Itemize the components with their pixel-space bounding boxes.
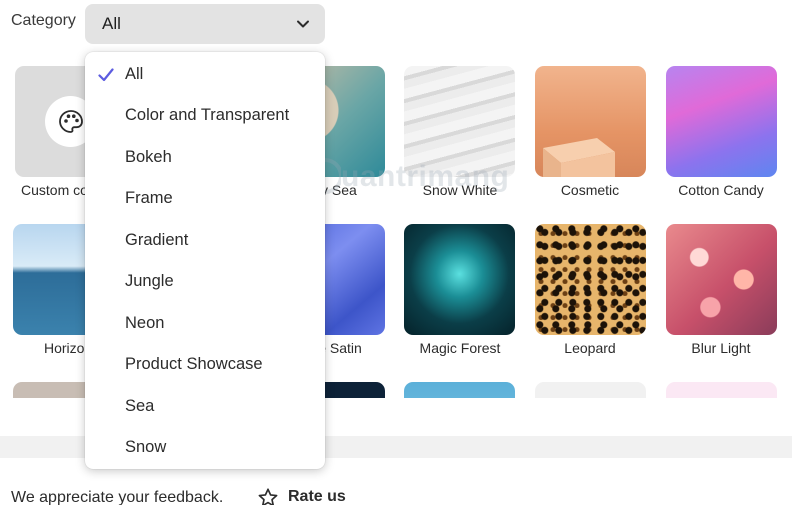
- tile-label: Blur Light: [691, 340, 751, 356]
- category-select[interactable]: All: [85, 4, 325, 44]
- tile-label: Magic Forest: [419, 340, 501, 356]
- dropdown-option-gradient[interactable]: Gradient: [125, 231, 188, 250]
- tile-leopard[interactable]: [535, 224, 646, 335]
- dropdown-option-frame[interactable]: Frame: [125, 189, 173, 208]
- dropdown-option-snow[interactable]: Snow: [125, 438, 166, 457]
- tile-label: Leopard: [564, 340, 616, 356]
- category-label: Category: [11, 12, 76, 29]
- tile-cosmetic[interactable]: [535, 66, 646, 177]
- tile-blur-light[interactable]: [666, 224, 777, 335]
- category-dropdown-menu: All Color and Transparent Bokeh Frame Gr…: [85, 52, 325, 469]
- cosmetic-pedestal-graphic: [543, 138, 615, 177]
- tile-row3-3[interactable]: [404, 382, 515, 398]
- feedback-text: We appreciate your feedback.: [11, 489, 224, 505]
- dropdown-option-neon[interactable]: Neon: [125, 314, 164, 333]
- tile-row3-4[interactable]: [535, 382, 646, 398]
- palette-icon: [59, 110, 83, 133]
- rate-us-button[interactable]: Rate us: [288, 488, 346, 505]
- dropdown-option-sea[interactable]: Sea: [125, 397, 154, 416]
- tile-label: Cotton Candy: [678, 182, 764, 198]
- tile-cotton-candy[interactable]: [666, 66, 777, 177]
- chevron-down-icon: [297, 20, 309, 28]
- star-outline-icon[interactable]: [257, 487, 279, 505]
- dropdown-option-all[interactable]: All: [125, 65, 143, 84]
- dropdown-option-bokeh[interactable]: Bokeh: [125, 148, 172, 167]
- tile-label: Snow White: [422, 182, 498, 198]
- tile-label: Cosmetic: [560, 182, 620, 198]
- tile-magic-forest[interactable]: [404, 224, 515, 335]
- dropdown-option-jungle[interactable]: Jungle: [125, 272, 174, 291]
- tile-row3-5[interactable]: [666, 382, 777, 398]
- category-select-value: All: [102, 14, 121, 33]
- checkmark-icon: [98, 68, 114, 82]
- dropdown-option-color-and-transparent[interactable]: Color and Transparent: [125, 106, 289, 125]
- tile-snow-white[interactable]: [404, 66, 515, 177]
- dropdown-option-product-showcase[interactable]: Product Showcase: [125, 355, 263, 374]
